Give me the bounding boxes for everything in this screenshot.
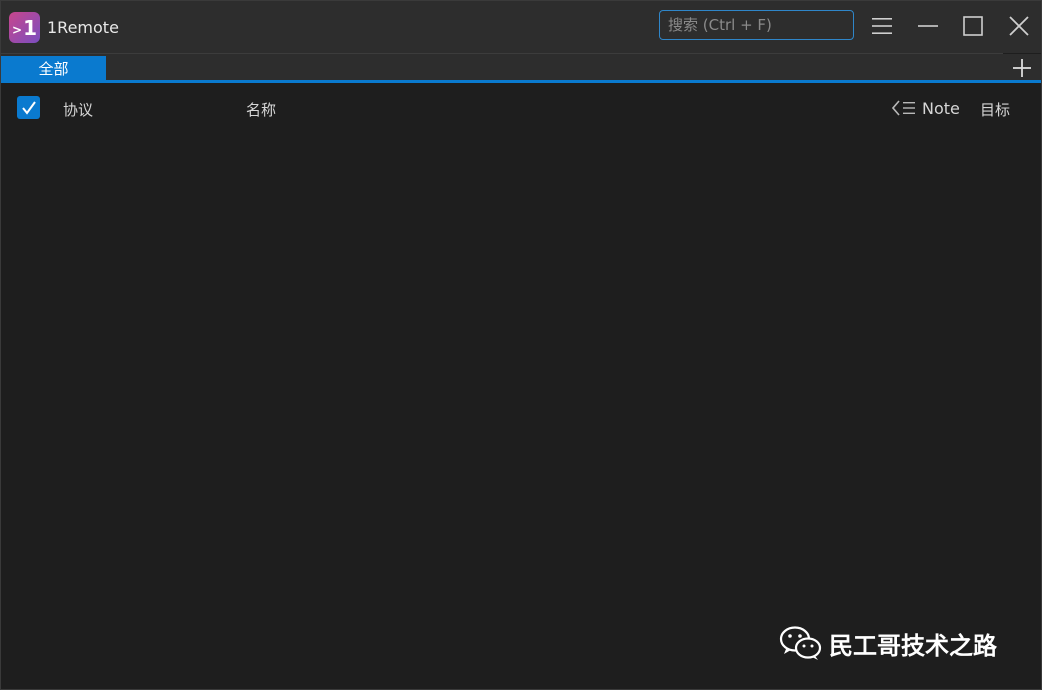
column-header-note[interactable]: Note [892,97,960,119]
watermark-text: 民工哥技术之路 [829,631,997,660]
menu-button[interactable] [864,9,900,43]
close-icon [1009,16,1029,36]
app-window: > 1 1Remote 搜索 (Ctrl + F) 全部 协议 名称 Note … [0,0,1042,690]
tab-all[interactable]: 全部 [1,56,106,80]
add-tab-button[interactable] [1009,56,1035,80]
app-title: 1Remote [47,18,119,37]
title-bar: > 1 1Remote [1,1,1041,53]
table-header: 协议 名称 Note 目标 [1,83,1041,131]
wechat-icon [779,626,822,660]
maximize-icon [963,16,983,36]
search-input[interactable] [659,10,854,40]
collapse-list-icon [892,100,915,116]
column-header-target[interactable]: 目标 [980,99,1010,120]
column-header-protocol[interactable]: 协议 [63,99,93,120]
watermark: 民工哥技术之路 [779,625,997,661]
minimize-button[interactable] [910,9,946,43]
tab-bar: 全部 [1,54,1041,83]
note-label: Note [922,98,960,118]
app-logo-icon: > 1 [9,12,40,43]
app-logo-prefix: > [12,22,23,37]
column-header-name[interactable]: 名称 [246,99,276,120]
close-button[interactable] [1001,9,1037,43]
menu-icon [872,18,892,34]
app-logo-text: 1 [23,15,37,40]
minimize-icon [918,25,938,27]
maximize-button[interactable] [955,9,991,43]
select-all-checkbox[interactable] [17,96,40,119]
plus-icon [1013,59,1031,77]
check-icon [21,100,36,115]
